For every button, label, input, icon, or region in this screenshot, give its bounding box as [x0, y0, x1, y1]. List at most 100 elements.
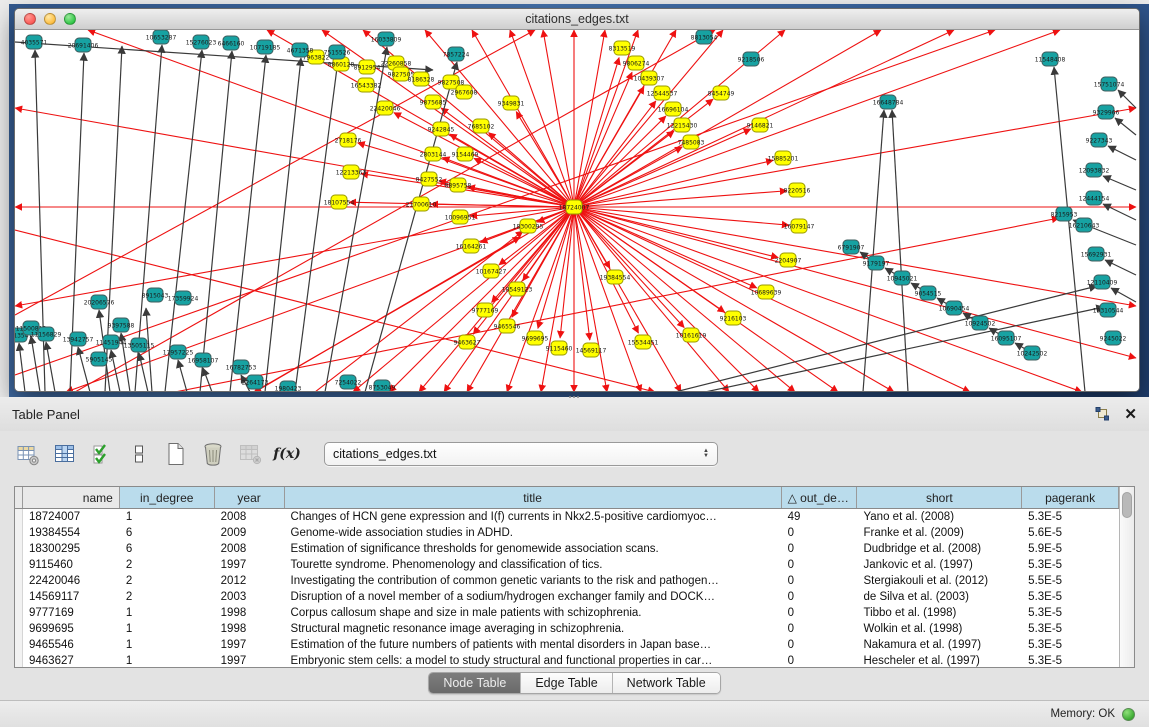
- table-cell: 5.6E-5: [1022, 525, 1119, 541]
- column-header-name[interactable]: name: [23, 487, 120, 508]
- table-selector-dropdown[interactable]: citations_edges.txt ▲▼: [324, 442, 718, 466]
- graph-node-label: 9777169: [472, 308, 499, 315]
- table-cell: Tourette syndrome. Phenomenology and cla…: [285, 557, 782, 573]
- table-settings-icon[interactable]: [16, 442, 40, 466]
- column-header-out_de[interactable]: △ out_de…: [782, 487, 858, 508]
- table-body: 1872400712008Changes of HCN gene express…: [15, 509, 1119, 667]
- table-cell: 1: [120, 605, 215, 621]
- table-row[interactable]: 969969511998Structural magnetic resonanc…: [15, 621, 1119, 637]
- graph-node-label: 10690454: [939, 306, 970, 313]
- table-cell: Hescheler et al. (1997): [857, 653, 1022, 667]
- graph-edge: [1115, 118, 1136, 135]
- table-row[interactable]: 977716911998Corpus callosum shape and si…: [15, 605, 1119, 621]
- table-row[interactable]: 911546021997Tourette syndrome. Phenomeno…: [15, 557, 1119, 573]
- select-all-columns-icon[interactable]: [90, 442, 114, 466]
- show-columns-icon[interactable]: [53, 442, 77, 466]
- graph-node-label: 20206576: [84, 300, 115, 307]
- new-table-icon[interactable]: [164, 442, 188, 466]
- table-cell: 0: [782, 653, 858, 667]
- table-cell: 5.5E-5: [1022, 573, 1119, 589]
- graph-node-label: 16782753: [226, 365, 257, 372]
- table-cell: Tibbo et al. (1998): [857, 605, 1022, 621]
- column-header-pagerank[interactable]: pagerank: [1022, 487, 1119, 508]
- graph-edge: [863, 110, 884, 391]
- import-table-icon[interactable]: [238, 442, 262, 466]
- table-vertical-scrollbar[interactable]: [1119, 487, 1134, 667]
- graph-edge: [46, 342, 55, 391]
- table-row[interactable]: 946554611997Estimation of the future num…: [15, 637, 1119, 653]
- graph-node-label: 12444154: [1079, 196, 1110, 203]
- network-canvas[interactable]: 1872400718300295193845547963822886012889…: [15, 30, 1139, 391]
- float-panel-icon[interactable]: [1095, 407, 1110, 421]
- graph-node-label: 12544537: [647, 91, 678, 98]
- delete-table-icon[interactable]: [201, 442, 225, 466]
- close-panel-icon[interactable]: ✕: [1124, 407, 1137, 422]
- table-cell: 9699695: [23, 621, 120, 637]
- tab-network-table[interactable]: Network Table: [613, 673, 720, 693]
- graph-node-label: 12215430: [667, 123, 698, 130]
- table-cell: Franke et al. (2009): [857, 525, 1022, 541]
- graph-edge: [1103, 204, 1136, 220]
- graph-node-label: 6791907: [838, 245, 865, 252]
- graph-node-label: 16095107: [991, 336, 1022, 343]
- scrollbar-thumb[interactable]: [1122, 492, 1132, 518]
- function-builder-icon[interactable]: f(x): [275, 442, 299, 466]
- tab-edge-table[interactable]: Edge Table: [521, 673, 612, 693]
- graph-node-label: 7857224: [443, 52, 470, 59]
- graph-node-label: 21700610: [406, 202, 437, 209]
- graph-node-label: 10096951: [445, 215, 476, 222]
- graph-node-label: 1980423: [275, 386, 302, 392]
- graph-edge: [574, 207, 684, 328]
- graph-edge: [325, 47, 387, 391]
- graph-node-label: 11548408: [1035, 57, 1066, 64]
- graph-node-label: 10653287: [146, 35, 177, 42]
- graph-node-label: 8313519: [609, 46, 636, 53]
- table-row[interactable]: 2242004622012Investigating the contribut…: [15, 573, 1119, 589]
- table-cell: 9465546: [23, 637, 120, 653]
- table-cell: 5.3E-5: [1022, 557, 1119, 573]
- table-row[interactable]: 946362711997Embryonic stem cells: a mode…: [15, 653, 1119, 667]
- table-row[interactable]: 1938455462009Genome-wide association stu…: [15, 525, 1119, 541]
- table-cell: 2012: [215, 573, 285, 589]
- table-row[interactable]: 1456911722003Disruption of a novel membe…: [15, 589, 1119, 605]
- graph-node-label: 16210643: [1069, 223, 1100, 230]
- tab-node-table[interactable]: Node Table: [429, 673, 521, 693]
- row-header: [15, 621, 23, 637]
- graph-node-label: 10719185: [250, 45, 281, 52]
- graph-node-label: 20691406: [68, 43, 99, 50]
- graph-edge: [78, 347, 90, 391]
- graph-node-label: 2204907: [775, 258, 802, 265]
- panel-splitter-handle[interactable]: [567, 393, 581, 400]
- graph-node-label: 15751074: [1094, 82, 1125, 89]
- row-header: [15, 637, 23, 653]
- graph-node-label: 4671358: [287, 48, 314, 55]
- graph-edge: [19, 343, 25, 391]
- table-cell: 5.3E-5: [1022, 637, 1119, 653]
- table-cell: 49: [782, 509, 858, 525]
- column-header-short[interactable]: short: [857, 487, 1022, 508]
- column-header-year[interactable]: year: [215, 487, 285, 508]
- graph-node-label: 2967608: [451, 90, 478, 97]
- column-header-in_degree[interactable]: in_degree: [120, 487, 215, 508]
- window-titlebar[interactable]: citations_edges.txt: [15, 9, 1139, 30]
- graph-node-label: 10310544: [1093, 308, 1124, 315]
- table-cell: 22420046: [23, 573, 120, 589]
- graph-node-label: 8915043: [142, 293, 169, 300]
- graph-node-label: 8860128: [328, 62, 355, 69]
- graph-node-label: 7485083: [678, 140, 705, 147]
- table-cell: 1997: [215, 557, 285, 573]
- table-cell: Stergiakouli et al. (2012): [857, 573, 1022, 589]
- graph-node-label: 22260858: [381, 61, 412, 68]
- row-height-icon[interactable]: [127, 442, 151, 466]
- row-header: [15, 509, 23, 525]
- table-row[interactable]: 1872400712008Changes of HCN gene express…: [15, 509, 1119, 525]
- graph-node-label: 10945021: [887, 276, 918, 283]
- table-cell: 14569117: [23, 589, 120, 605]
- graph-node-label: 4035571: [21, 40, 48, 47]
- table-row[interactable]: 1830029562008Estimation of significance …: [15, 541, 1119, 557]
- network-window[interactable]: citations_edges.txt 18724007183002951938…: [14, 8, 1140, 392]
- column-header-title[interactable]: title: [285, 487, 782, 508]
- table-panel-title: Table Panel: [12, 407, 80, 422]
- graph-edge: [165, 50, 202, 391]
- graph-edge: [1118, 90, 1136, 108]
